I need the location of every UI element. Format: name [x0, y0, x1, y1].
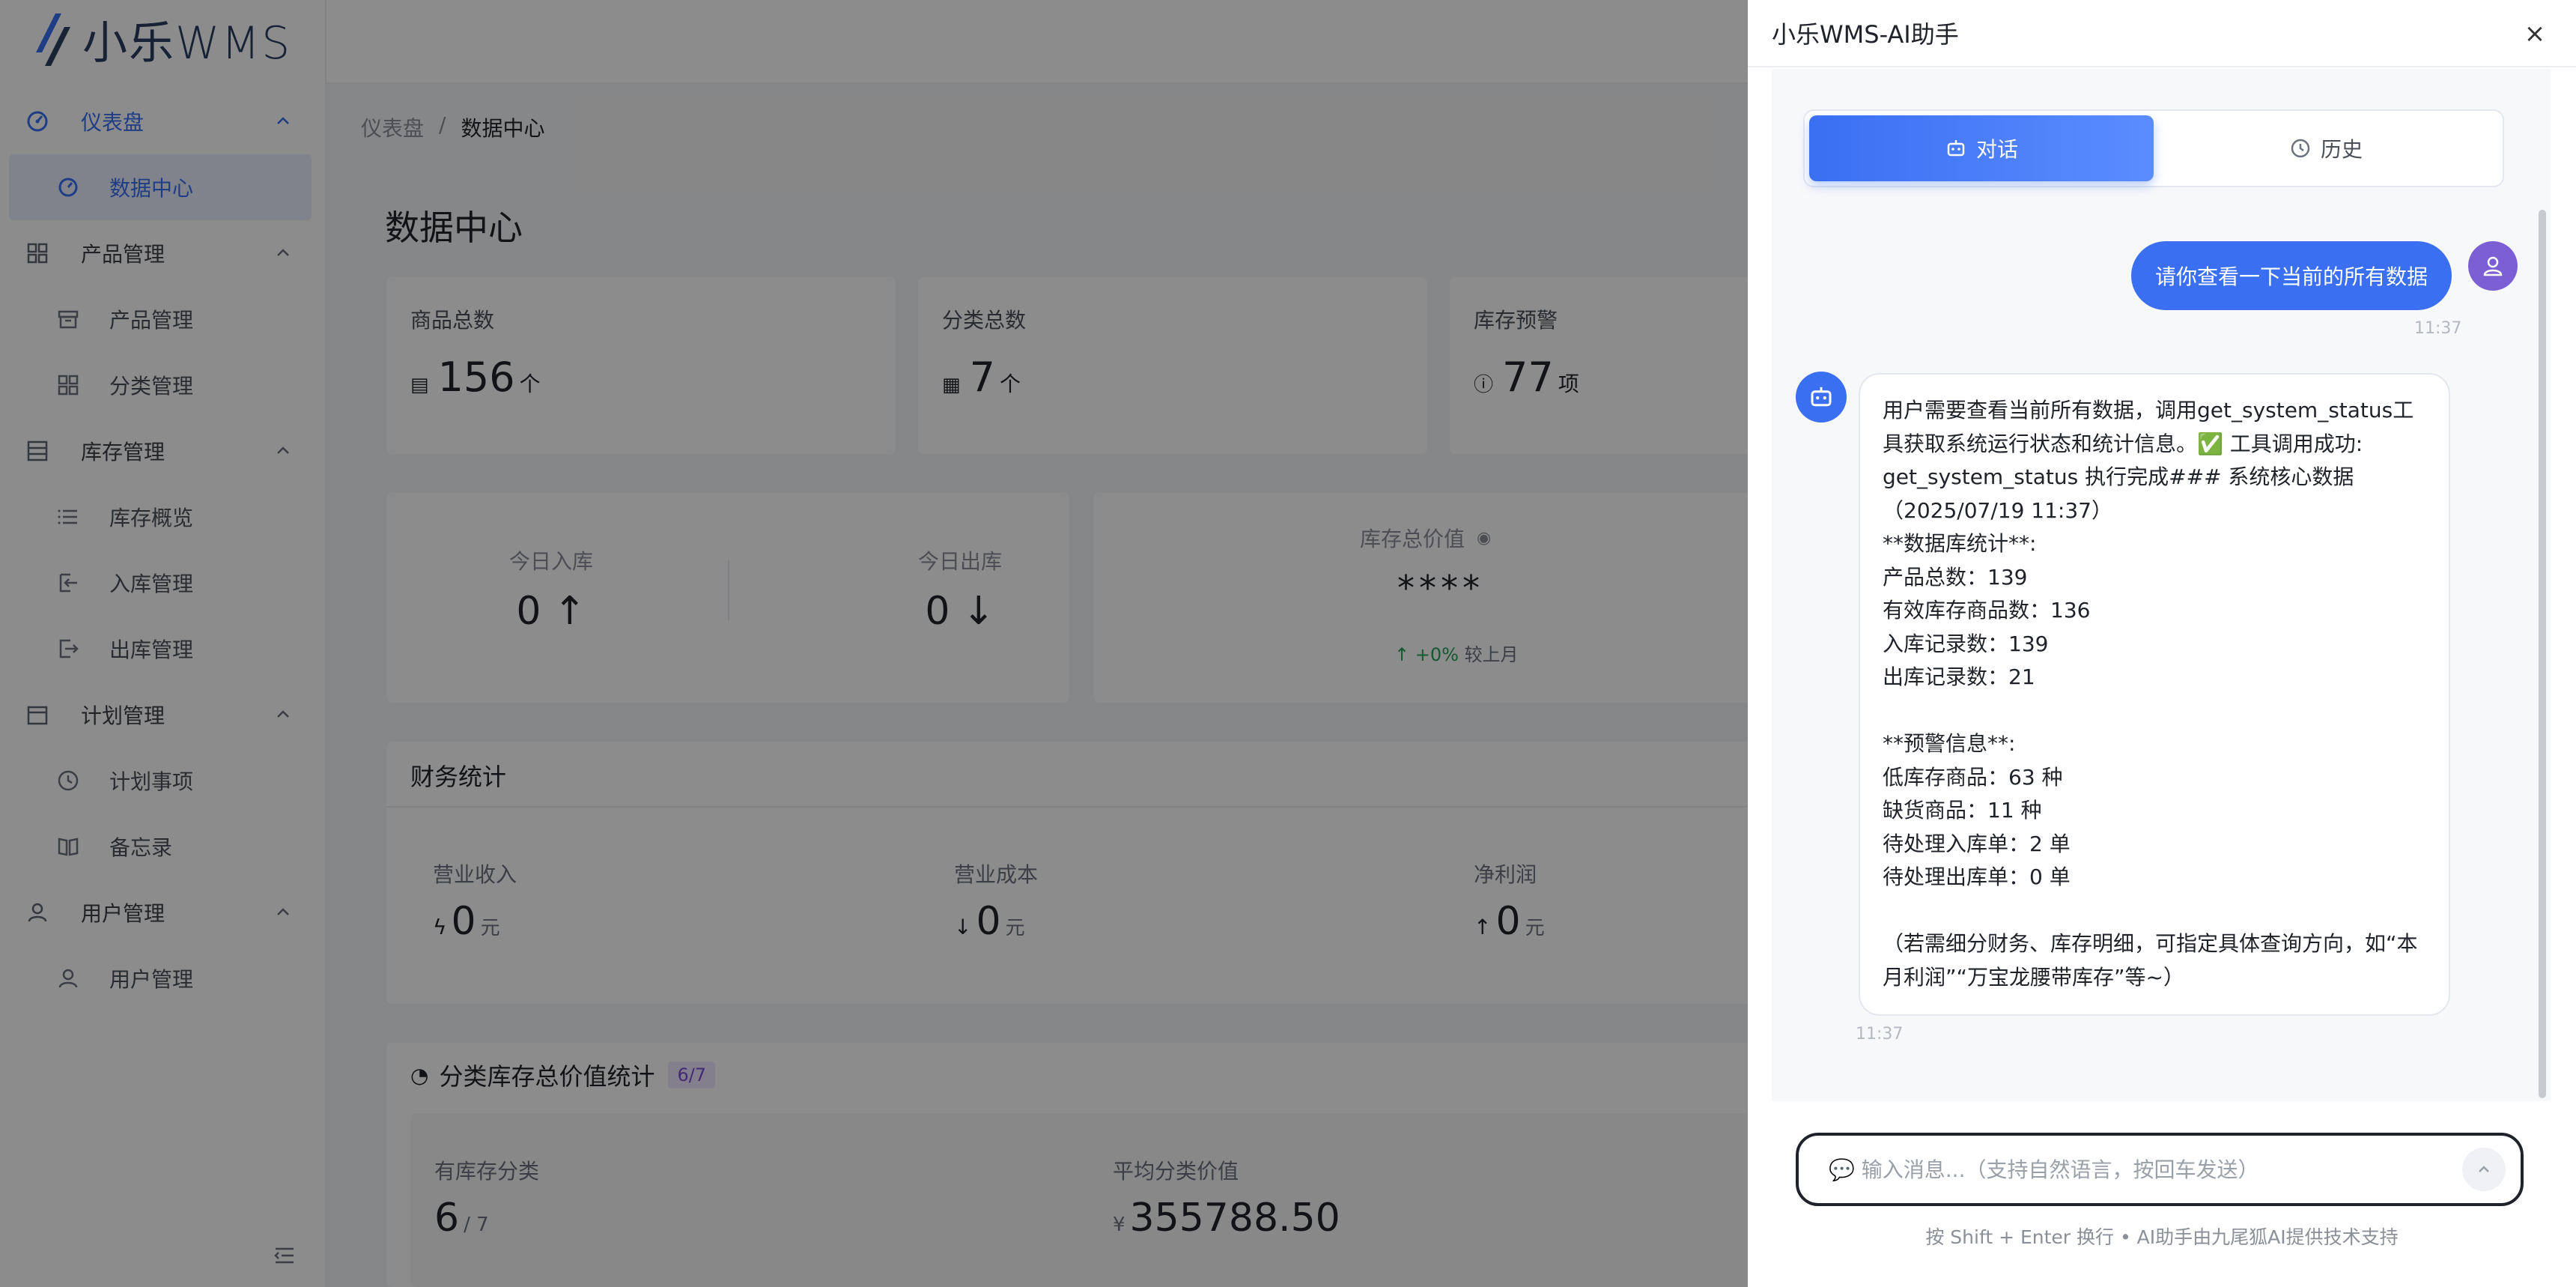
chat-scrollbar[interactable]: [2539, 210, 2546, 1098]
bot-avatar: [1796, 372, 1847, 423]
drawer-header: 小乐WMS-AI助手 ×: [1748, 0, 2576, 67]
user-avatar: [2468, 241, 2518, 291]
modal-overlay[interactable]: [0, 0, 1748, 1287]
send-button[interactable]: [2462, 1148, 2506, 1191]
robot-icon: [1947, 140, 1965, 157]
user-message: 请你查看一下当前的所有数据: [2131, 241, 2452, 310]
user-icon: [2483, 256, 2503, 276]
assistant-message: 用户需要查看当前所有数据，调用get_system_status工具获取系统运行…: [1859, 373, 2450, 1016]
chat-tabs: 对话 历史: [1803, 109, 2504, 187]
chevron-up-icon: [2479, 1166, 2489, 1172]
tab-chat[interactable]: 对话: [1809, 115, 2154, 181]
drawer-title: 小乐WMS-AI助手: [1772, 20, 1959, 49]
message-input-box: [1796, 1133, 2524, 1206]
close-icon[interactable]: ×: [2522, 21, 2548, 46]
message-input[interactable]: [1829, 1157, 2462, 1182]
assistant-message-time: 11:37: [1856, 1025, 1904, 1044]
tab-history[interactable]: 历史: [2154, 115, 2498, 181]
history-icon: [2291, 139, 2310, 158]
user-message-time: 11:37: [2414, 319, 2462, 338]
tab-label: 对话: [1975, 137, 2018, 162]
tab-label: 历史: [2320, 137, 2363, 162]
robot-icon: [1811, 387, 1832, 407]
input-hint: 按 Shift + Enter 换行 • AI助手由九尾狐AI提供技术支持: [1925, 1226, 2399, 1248]
